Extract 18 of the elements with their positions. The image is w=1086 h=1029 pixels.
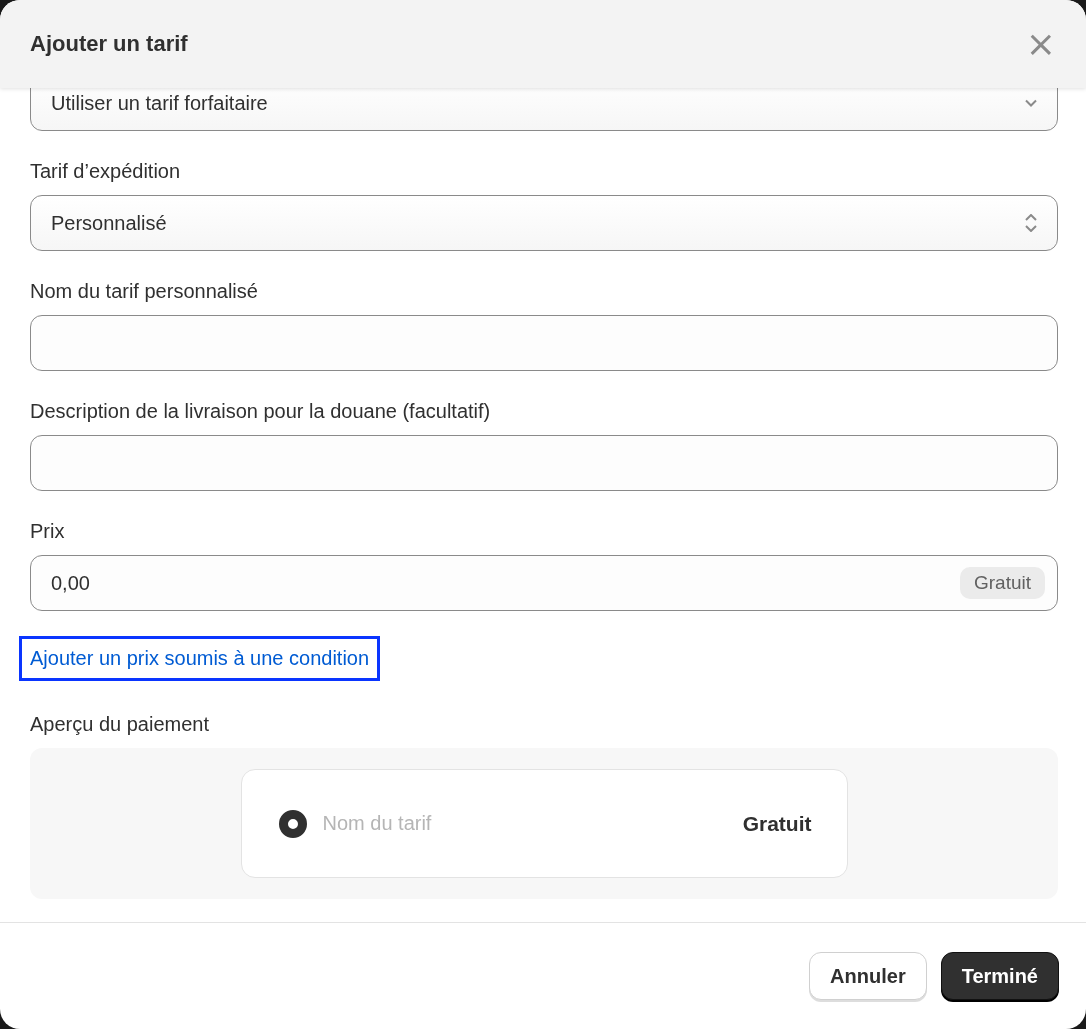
select-field[interactable]: Personnalisé <box>30 195 1058 251</box>
field-label: Prix <box>30 519 66 543</box>
done-button[interactable]: Terminé <box>940 952 1059 1000</box>
select-field[interactable]: Utiliser un tarif forfaitaire <box>30 88 1058 131</box>
field-label: Description de la livraison pour la douane (facultatif) <box>30 399 492 423</box>
cancel-button[interactable]: Annuler <box>809 952 927 1000</box>
field-label: Nom du tarif personnalisé <box>30 279 259 303</box>
price-badge: Gratuit <box>959 567 1045 599</box>
input-field[interactable]: 0,00 Gratuit <box>30 555 1058 611</box>
conditional-price-link[interactable]: Ajouter un prix soumis à une condition <box>22 639 378 678</box>
dialog-title: Ajouter un tarif <box>30 31 188 57</box>
input-field[interactable] <box>30 315 1058 371</box>
input-field[interactable] <box>30 435 1058 491</box>
preview-label: Aperçu du paiement <box>30 712 210 736</box>
radio-button[interactable] <box>278 809 307 838</box>
field-label: Tarif d’expédition <box>30 159 182 183</box>
rate-name: Nom du tarif <box>322 812 433 835</box>
rate-price: Gratuit <box>742 811 812 836</box>
